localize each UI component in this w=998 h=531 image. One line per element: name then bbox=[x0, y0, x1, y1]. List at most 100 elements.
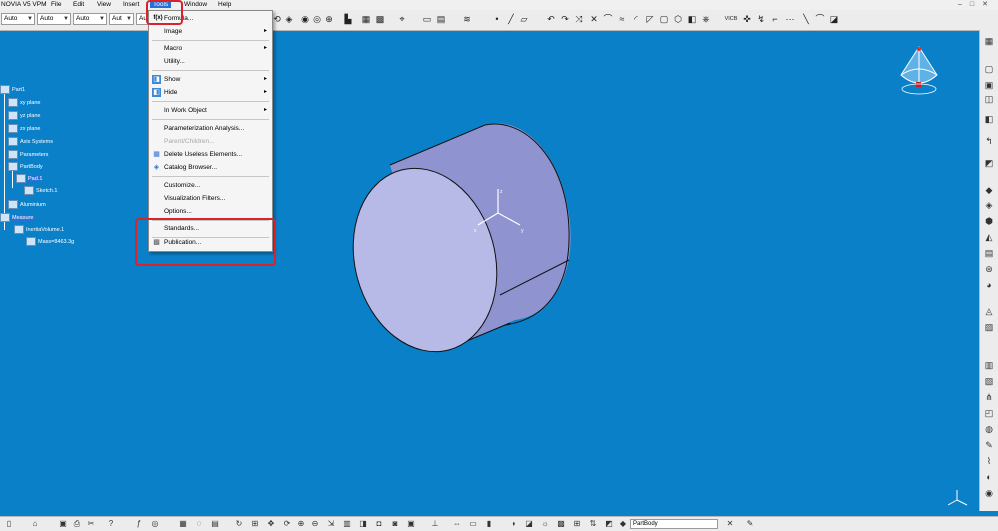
pocket-tool-icon[interactable]: ◩ bbox=[983, 158, 995, 169]
bulb-icon[interactable]: ▮ bbox=[484, 519, 494, 529]
line-icon[interactable]: ╱ bbox=[506, 14, 516, 25]
analysis-tool-icon[interactable]: ◐ bbox=[983, 472, 995, 483]
lock-icon[interactable]: ▭ bbox=[468, 519, 478, 529]
rotate-3d-icon[interactable]: ⟳ bbox=[282, 519, 292, 529]
scale-tool-icon[interactable]: ◰ bbox=[983, 408, 995, 419]
menu-item-catalog-browser[interactable]: ◈ Catalog Browser... bbox=[149, 161, 272, 174]
curve-icon[interactable]: ↯ bbox=[756, 14, 766, 25]
help-icon[interactable]: ? bbox=[106, 519, 116, 529]
filter-icon[interactable]: ✕ bbox=[725, 519, 735, 529]
quick-view-icon[interactable]: ▦ bbox=[361, 14, 371, 25]
grid-icon[interactable]: ▩ bbox=[375, 14, 385, 25]
swap-icon[interactable]: ▣ bbox=[406, 519, 416, 529]
tree-partbody[interactable]: PartBody bbox=[8, 162, 43, 171]
measure-between-icon[interactable]: ◌ bbox=[194, 519, 204, 529]
arc-icon[interactable]: ⌒ bbox=[815, 14, 825, 25]
sketch-icon[interactable]: ◪ bbox=[829, 14, 839, 25]
sketch-grid-icon[interactable]: ▭ bbox=[422, 14, 432, 25]
tree-part-node[interactable]: Part1 bbox=[0, 85, 25, 94]
intersect-icon[interactable]: ✕ bbox=[589, 14, 599, 25]
catalog-icon[interactable]: ◎ bbox=[150, 519, 160, 529]
menu-view[interactable]: View bbox=[97, 1, 111, 8]
tree-parameters[interactable]: Parameters bbox=[8, 150, 48, 159]
fit-all-icon[interactable]: ◈ bbox=[284, 14, 294, 25]
hide-show-icon[interactable]: ▤ bbox=[436, 14, 446, 25]
boolean-tool-icon[interactable]: ◍ bbox=[983, 424, 995, 435]
chamfer-icon[interactable]: ◸ bbox=[645, 14, 655, 25]
texture-icon[interactable]: ▩ bbox=[556, 519, 566, 529]
tree-yz-plane[interactable]: yz plane bbox=[8, 111, 41, 120]
light-icon[interactable]: ☼ bbox=[540, 519, 550, 529]
measure-item-icon[interactable]: ▤ bbox=[210, 519, 220, 529]
print-icon[interactable]: ⎙ bbox=[72, 519, 82, 529]
transparency-combo[interactable]: Auto ▼ bbox=[37, 13, 71, 25]
redo-icon[interactable]: ↷ bbox=[560, 14, 570, 25]
vicb-label[interactable]: VICB bbox=[723, 14, 739, 25]
zoom-in-view-icon[interactable]: ⊕ bbox=[296, 519, 306, 529]
save-icon[interactable]: ▣ bbox=[58, 519, 68, 529]
dots-icon[interactable]: ⋯ bbox=[785, 14, 795, 25]
color-combo[interactable]: Auto ▼ bbox=[1, 13, 35, 25]
tree-mass[interactable]: Mass=8463.3g bbox=[26, 237, 74, 246]
transform-icon[interactable]: ⎈ bbox=[701, 14, 711, 25]
tree-material[interactable]: Aluminium bbox=[8, 200, 46, 209]
measure-icon[interactable]: ⌒ bbox=[603, 14, 613, 25]
menu-item-show[interactable]: ◨ Show ▸ bbox=[149, 73, 272, 86]
menu-item-delete-useless[interactable]: ▦ Delete Useless Elements... bbox=[149, 148, 272, 161]
tree-inertia-volume[interactable]: InertiaVolume.1 bbox=[14, 225, 64, 234]
tree-axis-systems[interactable]: Axis Systems bbox=[8, 137, 53, 146]
pad-tool-icon[interactable]: ↰ bbox=[983, 136, 995, 147]
workbench-icon[interactable]: ▦ bbox=[983, 36, 995, 47]
fillet-tool-icon[interactable]: ⊛ bbox=[983, 264, 995, 275]
corner-icon[interactable]: ⌐ bbox=[770, 14, 780, 25]
cut-icon[interactable]: ✂ bbox=[86, 519, 96, 529]
compass-icon[interactable] bbox=[897, 45, 941, 97]
tree-measure[interactable]: Measure bbox=[0, 213, 34, 222]
fit-icon[interactable]: ⊞ bbox=[250, 519, 260, 529]
menu-edit[interactable]: Edit bbox=[73, 1, 84, 8]
hole-tool-icon[interactable]: ⬢ bbox=[983, 216, 995, 227]
menu-help[interactable]: Help bbox=[218, 1, 231, 8]
multi-view-icon[interactable]: ▥ bbox=[342, 519, 352, 529]
snap-icon[interactable]: ⌖ bbox=[397, 14, 407, 25]
normal-icon[interactable]: ⇲ bbox=[326, 519, 336, 529]
shell-tool-icon[interactable]: ▨ bbox=[983, 322, 995, 333]
settings-icon[interactable]: ✎ bbox=[745, 519, 755, 529]
measure-tool-icon[interactable]: ⌇ bbox=[983, 456, 995, 467]
window-controls[interactable]: –□✕ bbox=[958, 0, 996, 8]
menu-item-image[interactable]: Image ▸ bbox=[149, 25, 272, 38]
shell-icon[interactable]: ▢ bbox=[659, 14, 669, 25]
menu-item-parameterization[interactable]: Parameterization Analysis... bbox=[149, 122, 272, 135]
compass-tool-icon[interactable]: ⊥ bbox=[430, 519, 440, 529]
pattern-tool-icon[interactable]: ⋔ bbox=[983, 392, 995, 403]
zoom-out-view-icon[interactable]: ⊖ bbox=[310, 519, 320, 529]
menu-item-macro[interactable]: Macro ▸ bbox=[149, 42, 272, 55]
rib-tool-icon[interactable]: ◭ bbox=[983, 232, 995, 243]
formula-icon[interactable]: ƒ bbox=[134, 519, 144, 529]
thread-tool-icon[interactable]: ▥ bbox=[983, 360, 995, 371]
undo-icon[interactable]: ↶ bbox=[546, 14, 556, 25]
project-icon[interactable]: ⤨ bbox=[574, 14, 584, 25]
normal-view-icon[interactable]: ▙ bbox=[343, 14, 353, 25]
menu-item-customize[interactable]: Customize... bbox=[149, 179, 272, 192]
tree-xy-plane[interactable]: xy plane bbox=[8, 98, 41, 107]
shaft-tool-icon[interactable]: ◆ bbox=[983, 185, 995, 196]
sweep-icon[interactable]: ≈ bbox=[617, 14, 627, 25]
line-type-combo[interactable]: Aut ▼ bbox=[109, 13, 134, 25]
menu-item-options[interactable]: Options... bbox=[149, 205, 272, 218]
body-icon[interactable]: ⬡ bbox=[673, 14, 683, 25]
slot-tool-icon[interactable]: ▤ bbox=[983, 248, 995, 259]
point-icon[interactable]: • bbox=[492, 14, 502, 25]
group-icon[interactable]: ⊞ bbox=[572, 519, 582, 529]
menu-item-hide[interactable]: ◧ Hide ▸ bbox=[149, 86, 272, 99]
pan-view-icon[interactable]: ✥ bbox=[266, 519, 276, 529]
polyline-icon[interactable]: ╲ bbox=[801, 14, 811, 25]
tree-pad[interactable]: Pad.1 bbox=[16, 174, 43, 183]
menu-insert[interactable]: Insert bbox=[123, 1, 139, 8]
open-icon[interactable]: ⌂ bbox=[30, 519, 40, 529]
plane-icon[interactable]: ▱ bbox=[519, 14, 529, 25]
mirror-tool-icon[interactable]: ▧ bbox=[983, 376, 995, 387]
datum-icon[interactable]: ◫ bbox=[983, 94, 995, 105]
exit-icon[interactable]: ▣ bbox=[983, 80, 995, 91]
menu-item-in-work-object[interactable]: In Work Object ▸ bbox=[149, 104, 272, 117]
